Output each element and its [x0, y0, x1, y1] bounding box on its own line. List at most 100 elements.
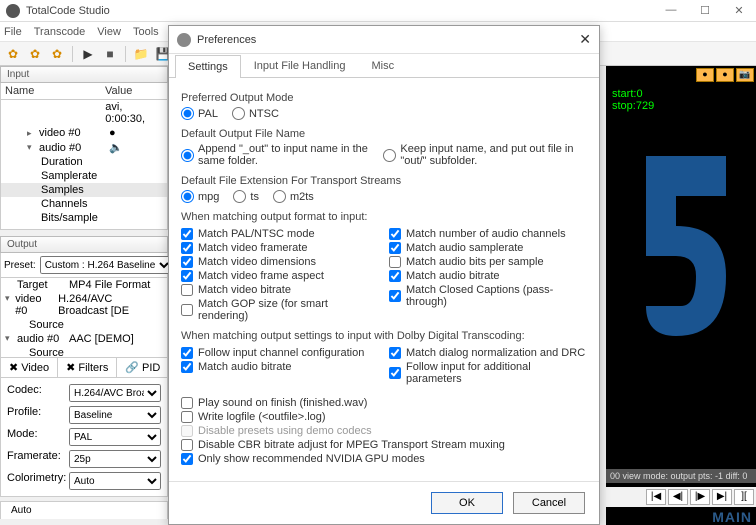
folder-icon[interactable]: 📁 — [132, 45, 150, 63]
profile-select[interactable]: Baseline — [69, 406, 161, 424]
stop-icon[interactable]: ■ — [101, 45, 119, 63]
close-button[interactable]: ✕ — [728, 4, 750, 17]
chk-follow-channel[interactable]: Follow input channel configuration — [181, 347, 379, 359]
minimize-button[interactable]: — — [660, 4, 682, 17]
gear3-icon[interactable]: ✿ — [48, 45, 66, 63]
chk-audio-bits[interactable]: Match audio bits per sample — [389, 256, 587, 268]
chk-audio-channels[interactable]: Match number of audio channels — [389, 228, 587, 240]
step-fwd-icon[interactable]: |▶ — [690, 489, 710, 505]
preview-btn-1[interactable]: ● — [696, 68, 714, 82]
chk-video-bitrate[interactable]: Match video bitrate — [181, 284, 379, 296]
preview-status: 00 view mode: output pts: -1 diff: 0 — [606, 469, 756, 483]
video-settings: Codec:H.264/AVC Broadcast Profile:Baseli… — [0, 378, 168, 497]
ts-ext-label: Default File Extension For Transport Str… — [181, 175, 587, 187]
tab-settings[interactable]: Settings — [175, 55, 241, 78]
dialog-title: Preferences — [197, 34, 579, 46]
maximize-button[interactable]: ☐ — [694, 4, 716, 17]
col-name: Name — [5, 85, 105, 97]
radio-mpg[interactable]: mpg — [181, 190, 219, 203]
play-icon[interactable]: ▶ — [79, 45, 97, 63]
goto-start-icon[interactable]: |◀ — [646, 489, 666, 505]
chk-write-log[interactable]: Write logfile (<outfile>.log) — [181, 411, 587, 423]
chk-closed-captions[interactable]: Match Closed Captions (pass-through) — [389, 284, 587, 308]
x-icon: ✖ — [66, 361, 75, 374]
radio-m2ts[interactable]: m2ts — [273, 190, 314, 203]
menu-tools[interactable]: Tools — [133, 26, 159, 38]
gear1-icon[interactable]: ✿ — [4, 45, 22, 63]
menu-transcode[interactable]: Transcode — [34, 26, 86, 38]
preset-label: Preset: — [4, 260, 36, 271]
chk-follow-additional[interactable]: Follow input for additional parameters — [389, 361, 587, 385]
link-icon: 🔗 — [125, 361, 139, 374]
output-panel-header: Output — [0, 236, 168, 253]
twisty-icon[interactable]: ▸ — [27, 128, 37, 139]
transport-bar: |◀ ◀| |▶ ▶| ][ — [606, 487, 756, 507]
app-icon — [6, 4, 20, 18]
tab-filters[interactable]: ✖Filters — [58, 358, 117, 377]
radio-pal[interactable]: PAL — [181, 107, 218, 120]
preview-btn-3[interactable]: 📷 — [736, 68, 754, 82]
detail-tabs: ✖Video ✖Filters 🔗PID — [0, 358, 168, 378]
tab-misc[interactable]: Misc — [358, 54, 407, 77]
audio-icon: 🔈 — [109, 141, 123, 154]
auto-tab[interactable]: Auto — [0, 501, 168, 519]
framerate-select[interactable]: 25p — [69, 450, 161, 468]
match-fmt-label: When matching output format to input: — [181, 211, 587, 223]
tab-pid[interactable]: 🔗PID — [117, 358, 169, 377]
gear2-icon[interactable]: ✿ — [26, 45, 44, 63]
chk-video-dimensions[interactable]: Match video dimensions — [181, 256, 379, 268]
preview-main-label: MAIN — [712, 509, 752, 525]
goto-end-icon[interactable]: ▶| — [712, 489, 732, 505]
out-name-label: Default Output File Name — [181, 128, 587, 140]
input-panel-header: Input — [0, 66, 168, 83]
chk-video-aspect[interactable]: Match video frame aspect — [181, 270, 379, 282]
dialog-close-icon[interactable]: ✕ — [579, 31, 591, 48]
tab-video[interactable]: ✖Video — [1, 358, 58, 377]
radio-ntsc[interactable]: NTSC — [232, 107, 279, 120]
pref-mode-label: Preferred Output Mode — [181, 92, 587, 104]
app-title: TotalCode Studio — [26, 5, 660, 17]
chk-gop-size[interactable]: Match GOP size (for smart rendering) — [181, 298, 379, 322]
x-icon: ✖ — [9, 361, 18, 374]
step-back-icon[interactable]: ◀| — [668, 489, 688, 505]
chk-disable-cbr[interactable]: Disable CBR bitrate adjust for MPEG Tran… — [181, 439, 587, 451]
preferences-dialog: Preferences ✕ Settings Input File Handli… — [168, 25, 600, 525]
chk-pal-ntsc[interactable]: Match PAL/NTSC mode — [181, 228, 379, 240]
video-icon: ● — [109, 127, 116, 139]
col-value: Value — [105, 85, 132, 97]
chk-dolby-bitrate[interactable]: Match audio bitrate — [181, 361, 379, 373]
cancel-button[interactable]: Cancel — [513, 492, 585, 514]
chk-video-framerate[interactable]: Match video framerate — [181, 242, 379, 254]
preset-select[interactable]: Custom : H.264 Baseline — [40, 256, 173, 274]
mode-select[interactable]: PAL — [69, 428, 161, 446]
menu-file[interactable]: File — [4, 26, 22, 38]
menu-view[interactable]: View — [97, 26, 121, 38]
bracket-icon[interactable]: ][ — [734, 489, 754, 505]
codec-select[interactable]: H.264/AVC Broadcast — [69, 384, 161, 402]
chk-nvidia-gpu[interactable]: Only show recommended NVIDIA GPU modes — [181, 453, 587, 465]
chk-audio-samplerate[interactable]: Match audio samplerate — [389, 242, 587, 254]
chk-audio-bitrate[interactable]: Match audio bitrate — [389, 270, 587, 282]
output-tree[interactable]: TargetMP4 File Format ▾video #0H.264/AVC… — [0, 278, 168, 358]
chk-dialog-norm[interactable]: Match dialog normalization and DRC — [389, 347, 587, 359]
ok-button[interactable]: OK — [431, 492, 503, 514]
chk-disable-demo: Disable presets using demo codecs — [181, 425, 587, 437]
preview-pane: ● ● 📷 start:0 stop:729 00 view mode: out… — [606, 66, 756, 525]
preview-overlay-text: start:0 stop:729 — [612, 88, 654, 112]
preview-content-icon — [636, 146, 736, 346]
dialog-icon — [177, 33, 191, 47]
chk-play-sound[interactable]: Play sound on finish (finished.wav) — [181, 397, 587, 409]
input-tree-header: Name Value — [0, 83, 168, 100]
input-tree[interactable]: avi, 0:00:30, ▸video #0● ▾audio #0🔈 Dura… — [0, 100, 168, 230]
radio-out-subfolder[interactable]: Keep input name, and put out file in "ou… — [383, 143, 587, 167]
tab-input-handling[interactable]: Input File Handling — [241, 54, 359, 77]
radio-ts[interactable]: ts — [233, 190, 259, 203]
twisty-icon[interactable]: ▾ — [27, 142, 37, 153]
radio-append-out[interactable]: Append "_out" to input name in the same … — [181, 143, 369, 167]
dialog-tabs: Settings Input File Handling Misc — [169, 54, 599, 78]
titlebar: TotalCode Studio — ☐ ✕ — [0, 0, 756, 22]
preview-btn-2[interactable]: ● — [716, 68, 734, 82]
dolby-label: When matching output settings to input w… — [181, 330, 587, 342]
tree-row-selected: Samples — [1, 183, 167, 197]
colorimetry-select[interactable]: Auto — [69, 472, 161, 490]
